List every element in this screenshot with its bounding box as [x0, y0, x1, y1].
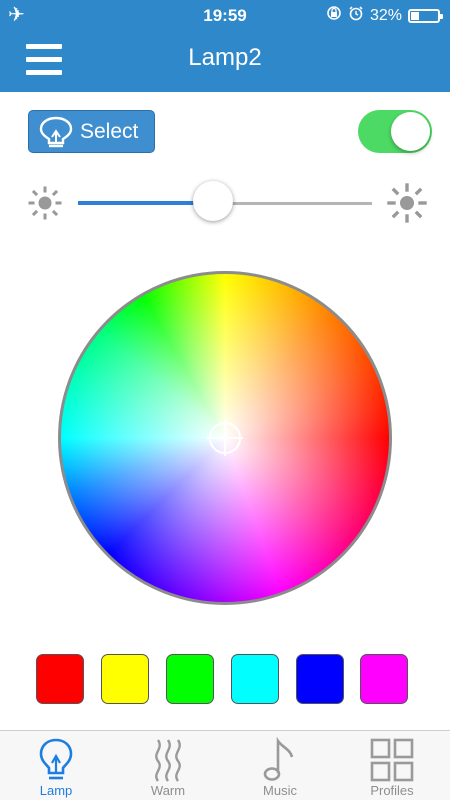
preset-swatch-red[interactable] — [36, 654, 84, 704]
color-presets — [36, 654, 410, 704]
tab-music-label: Music — [263, 783, 297, 798]
alarm-icon — [348, 5, 364, 26]
music-note-icon — [263, 737, 294, 781]
select-button[interactable]: Select — [28, 110, 155, 153]
tab-profiles-label: Profiles — [370, 783, 414, 798]
grid-icon — [370, 738, 414, 782]
preset-swatch-yellow[interactable] — [101, 654, 149, 704]
top-bar: ✈ 19:59 32% Lamp2 — [0, 0, 450, 92]
tab-music[interactable]: Music — [224, 731, 336, 800]
preset-swatch-blue[interactable] — [296, 654, 344, 704]
bulb-icon — [39, 738, 73, 780]
power-toggle[interactable] — [358, 110, 432, 153]
color-wheel-container — [58, 271, 392, 605]
nav-bar: Lamp2 — [0, 30, 450, 90]
battery-icon — [408, 8, 443, 23]
tab-warm-label: Warm — [150, 783, 186, 798]
preset-swatch-magenta[interactable] — [360, 654, 408, 704]
rotation-lock-icon — [326, 5, 342, 26]
tab-lamp-label: Lamp — [39, 783, 73, 798]
brightness-slider-handle[interactable] — [193, 181, 234, 221]
brightness-high-icon — [387, 183, 427, 223]
brightness-low-icon — [28, 186, 62, 220]
toggle-knob — [391, 112, 430, 151]
heat-waves-icon — [155, 739, 181, 782]
status-right: 32% — [326, 5, 443, 26]
tab-profiles[interactable]: Profiles — [336, 731, 448, 800]
color-picker-crosshair[interactable] — [205, 418, 245, 458]
tab-warm[interactable]: Warm — [112, 731, 224, 800]
tab-lamp[interactable]: Lamp — [0, 731, 112, 800]
select-button-label: Select — [80, 119, 139, 143]
tab-bar: Lamp Warm Music Profiles — [0, 730, 450, 800]
bulb-icon — [39, 116, 73, 147]
battery-percent: 32% — [369, 6, 402, 24]
page-title: Lamp2 — [188, 44, 262, 71]
preset-swatch-green[interactable] — [166, 654, 214, 704]
preset-swatch-cyan[interactable] — [231, 654, 279, 704]
app-screen: ✈ 19:59 32% Lamp2 Select Lamp Warm Music… — [0, 0, 450, 800]
status-bar: ✈ 19:59 32% — [0, 0, 450, 30]
